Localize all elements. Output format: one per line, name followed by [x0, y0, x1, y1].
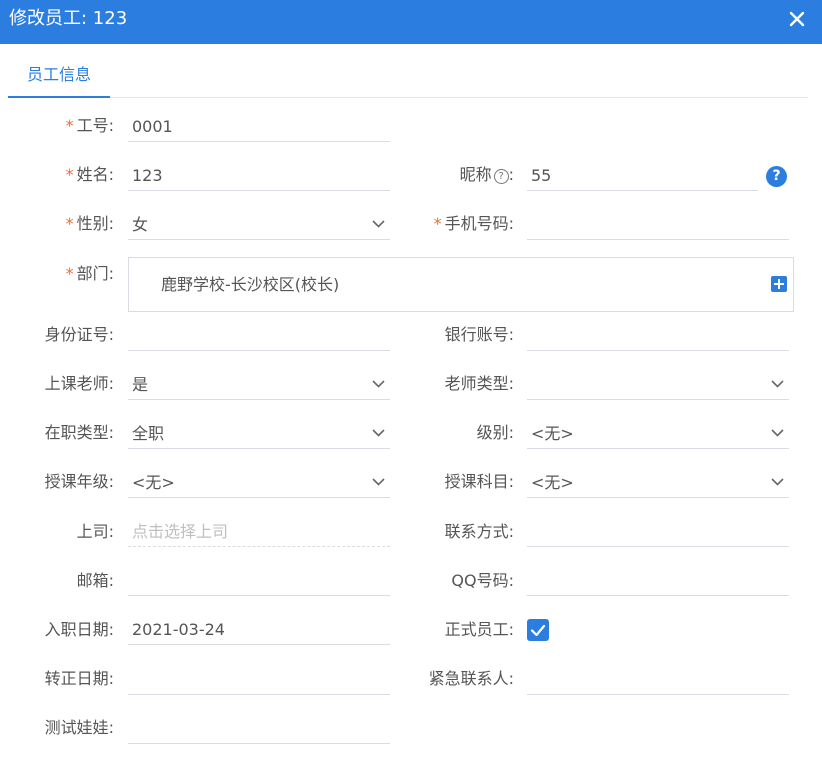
- department-box[interactable]: 鹿野学校-长沙校区(校长): [128, 257, 794, 312]
- mobile-label: * 手机号码:: [434, 214, 514, 234]
- hire-date-label: 入职日期:: [44, 620, 114, 639]
- level-label: 级别:: [476, 423, 514, 442]
- mobile-label-text: 手机号码:: [444, 214, 514, 233]
- chevron-down-icon: [372, 380, 385, 388]
- teaching-subject-select[interactable]: <无>: [527, 468, 789, 498]
- emergency-contact-label: 紧急联系人:: [428, 669, 514, 688]
- nickname-label-colon: :: [508, 165, 514, 184]
- employee-no-label-text: 工号:: [76, 116, 114, 135]
- contact-label: 联系方式:: [444, 522, 514, 541]
- regular-employee-label: 正式员工:: [444, 620, 514, 639]
- test-doll-input[interactable]: [128, 714, 390, 744]
- level-select[interactable]: <无>: [527, 419, 789, 449]
- is-teacher-label: 上课老师:: [44, 374, 114, 393]
- chevron-down-icon: [771, 429, 784, 437]
- nickname-help-button[interactable]: ?: [766, 166, 787, 187]
- regularization-date-input[interactable]: [128, 665, 390, 695]
- chevron-down-icon: [372, 478, 385, 486]
- employee-no-input[interactable]: 0001: [128, 112, 390, 142]
- qq-label: QQ号码:: [451, 571, 514, 590]
- regularization-date-label: 转正日期:: [44, 669, 114, 688]
- nickname-label-text: 昵称: [459, 165, 492, 184]
- qq-input[interactable]: [527, 566, 789, 596]
- name-input[interactable]: 123: [128, 161, 390, 191]
- hire-date-input[interactable]: 2021-03-24: [128, 615, 390, 645]
- checkmark-icon: [530, 624, 546, 637]
- is-teacher-select-value: 是: [132, 375, 149, 394]
- supervisor-picker[interactable]: 点击选择上司: [128, 517, 390, 547]
- teaching-subject-select-value: <无>: [531, 473, 574, 492]
- employment-type-select[interactable]: 全职: [128, 419, 390, 449]
- employee-no-label: * 工号:: [66, 116, 114, 136]
- teaching-grade-label: 授课年级:: [44, 472, 114, 491]
- plus-square-icon[interactable]: [771, 276, 787, 292]
- department-label-text: 部门:: [76, 264, 114, 283]
- emergency-contact-input[interactable]: [527, 665, 789, 695]
- name-label-text: 姓名:: [76, 165, 114, 184]
- gender-select-value: 女: [132, 215, 149, 234]
- dialog-title: 修改员工: 123: [9, 8, 128, 29]
- regular-employee-checkbox[interactable]: [527, 619, 549, 641]
- employment-type-label: 在职类型:: [44, 423, 114, 442]
- tab-employee-info[interactable]: 员工信息: [8, 52, 110, 98]
- close-icon[interactable]: [788, 10, 806, 28]
- nickname-input[interactable]: 55: [527, 161, 758, 191]
- chevron-down-icon: [372, 429, 385, 437]
- chevron-down-icon: [771, 478, 784, 486]
- required-mark: *: [433, 214, 442, 233]
- teaching-grade-select-value: <无>: [132, 473, 175, 492]
- teacher-type-label: 老师类型:: [444, 374, 514, 393]
- nickname-label: 昵称?:: [460, 165, 514, 185]
- employment-type-select-value: 全职: [132, 424, 165, 443]
- gender-label-text: 性别:: [76, 214, 114, 233]
- mobile-input[interactable]: [527, 210, 789, 240]
- department-label: * 部门:: [66, 264, 114, 284]
- dialog-titlebar: 修改员工: 123: [0, 0, 822, 44]
- test-doll-label: 测试娃娃:: [44, 718, 114, 737]
- tab-bar: 员工信息: [8, 52, 808, 98]
- bank-account-input[interactable]: [527, 321, 789, 351]
- department-value: 鹿野学校-长沙校区(校长): [161, 275, 340, 294]
- teaching-subject-label: 授课科目:: [444, 472, 514, 491]
- gender-label: * 性别:: [66, 214, 114, 234]
- required-mark: *: [65, 264, 74, 283]
- teaching-grade-select[interactable]: <无>: [128, 468, 390, 498]
- is-teacher-select[interactable]: 是: [128, 370, 390, 400]
- email-label: 邮箱:: [76, 571, 114, 590]
- contact-input[interactable]: [527, 517, 789, 547]
- gender-select[interactable]: 女: [128, 210, 390, 240]
- required-mark: *: [65, 116, 74, 135]
- name-label: * 姓名:: [66, 165, 114, 185]
- chevron-down-icon: [771, 380, 784, 388]
- question-circle-icon: ?: [493, 169, 509, 184]
- id-card-input[interactable]: [128, 321, 390, 351]
- level-select-value: <无>: [531, 424, 574, 443]
- id-card-label: 身份证号:: [44, 325, 114, 344]
- required-mark: *: [65, 165, 74, 184]
- bank-account-label: 银行账号:: [444, 325, 514, 344]
- chevron-down-icon: [372, 220, 385, 228]
- required-mark: *: [65, 214, 74, 233]
- supervisor-label: 上司:: [76, 522, 114, 541]
- teacher-type-select[interactable]: [527, 370, 789, 400]
- email-input[interactable]: [128, 566, 390, 596]
